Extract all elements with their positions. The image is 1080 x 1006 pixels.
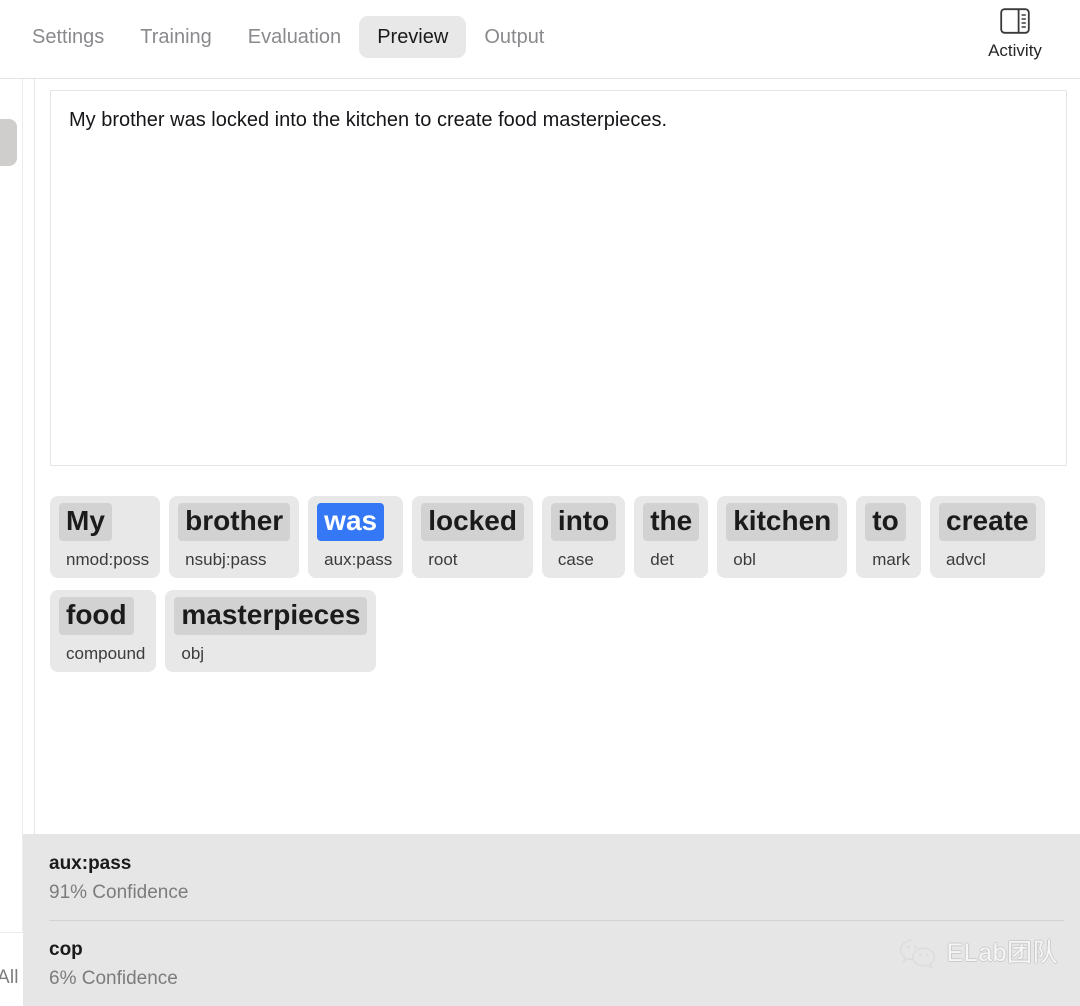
suggestion-item[interactable]: aux:pass 91% Confidence xyxy=(23,834,1080,920)
token-chip[interactable]: food compound xyxy=(50,590,157,672)
suggestion-item[interactable]: cop 6% Confidence xyxy=(23,920,1080,1006)
token-word: was xyxy=(317,503,385,541)
token-dependency-label: advcl xyxy=(946,550,986,569)
token-dependency-label: det xyxy=(650,550,674,569)
tab-label: Preview xyxy=(377,26,449,48)
tab-label: Output xyxy=(484,26,545,48)
token-dependency-label: nsubj:pass xyxy=(185,550,267,569)
suggestion-label: aux:pass xyxy=(49,853,132,874)
tab-label: Settings xyxy=(32,26,105,48)
token-dependency-label: case xyxy=(557,550,594,569)
sentence-input[interactable]: My brother was locked into the kitchen t… xyxy=(50,90,1067,466)
tab-bar: Settings Training Evaluation Preview Output xyxy=(0,16,562,58)
token-dependency-label: obl xyxy=(733,550,756,569)
suggestion-label: cop xyxy=(49,939,83,960)
token-chip[interactable]: was aux:pass xyxy=(308,496,404,578)
preview-pane: My brother was locked into the kitchen t… xyxy=(35,79,1080,834)
sidebar-drag-handle[interactable] xyxy=(0,119,17,166)
token-word: the xyxy=(643,503,700,541)
sentence-text: My brother was locked into the kitchen t… xyxy=(69,109,668,131)
token-dependency-label: nmod:poss xyxy=(66,550,150,569)
token-word: masterpieces xyxy=(174,597,368,635)
tab-preview[interactable]: Preview xyxy=(359,16,467,58)
token-word: My xyxy=(59,503,112,541)
token-word: locked xyxy=(421,503,524,541)
suggestion-confidence: 91% Confidence xyxy=(49,882,189,903)
select-all-label[interactable]: All xyxy=(0,966,19,990)
token-dependency-label: mark xyxy=(872,550,911,569)
token-chip[interactable]: masterpieces obj xyxy=(165,590,377,672)
token-dependency-label: root xyxy=(428,550,458,569)
token-word: food xyxy=(59,597,134,635)
tab-settings[interactable]: Settings xyxy=(14,16,122,58)
tab-training[interactable]: Training xyxy=(122,16,230,58)
token-word: brother xyxy=(178,503,291,541)
tab-label: Training xyxy=(140,26,212,48)
token-chip[interactable]: the det xyxy=(634,496,709,578)
panel-layout-icon xyxy=(1000,8,1030,34)
token-word: into xyxy=(550,503,617,541)
token-chip[interactable]: locked root xyxy=(412,496,533,578)
suggestion-panel: aux:pass 91% Confidence cop 6% Confidence xyxy=(23,834,1080,1006)
token-chip[interactable]: create advcl xyxy=(930,496,1045,578)
activity-button[interactable]: Activity xyxy=(972,8,1058,61)
token-word: to xyxy=(865,503,906,541)
token-dependency-label: aux:pass xyxy=(324,550,393,569)
tab-label: Evaluation xyxy=(247,26,342,48)
token-word: kitchen xyxy=(726,503,839,541)
token-chip[interactable]: kitchen obl xyxy=(717,496,848,578)
suggestion-confidence: 6% Confidence xyxy=(49,968,178,989)
token-chip-list: My nmod:poss brother nsubj:pass was aux:pass l… xyxy=(50,496,1070,672)
app-header: Settings Training Evaluation Preview Output … xyxy=(0,0,1080,79)
tab-output[interactable]: Output xyxy=(466,16,562,58)
tab-evaluation[interactable]: Evaluation xyxy=(230,16,359,58)
token-dependency-label: obj xyxy=(181,644,205,663)
token-chip[interactable]: My nmod:poss xyxy=(50,496,161,578)
token-chip[interactable]: brother nsubj:pass xyxy=(169,496,300,578)
token-dependency-label: compound xyxy=(66,644,146,663)
preview-screen: Settings Training Evaluation Preview Output … xyxy=(0,0,1080,1006)
token-chip[interactable]: into case xyxy=(541,496,626,578)
token-chip[interactable]: to mark xyxy=(856,496,922,578)
activity-label: Activity xyxy=(988,41,1042,60)
token-word: create xyxy=(939,503,1036,541)
